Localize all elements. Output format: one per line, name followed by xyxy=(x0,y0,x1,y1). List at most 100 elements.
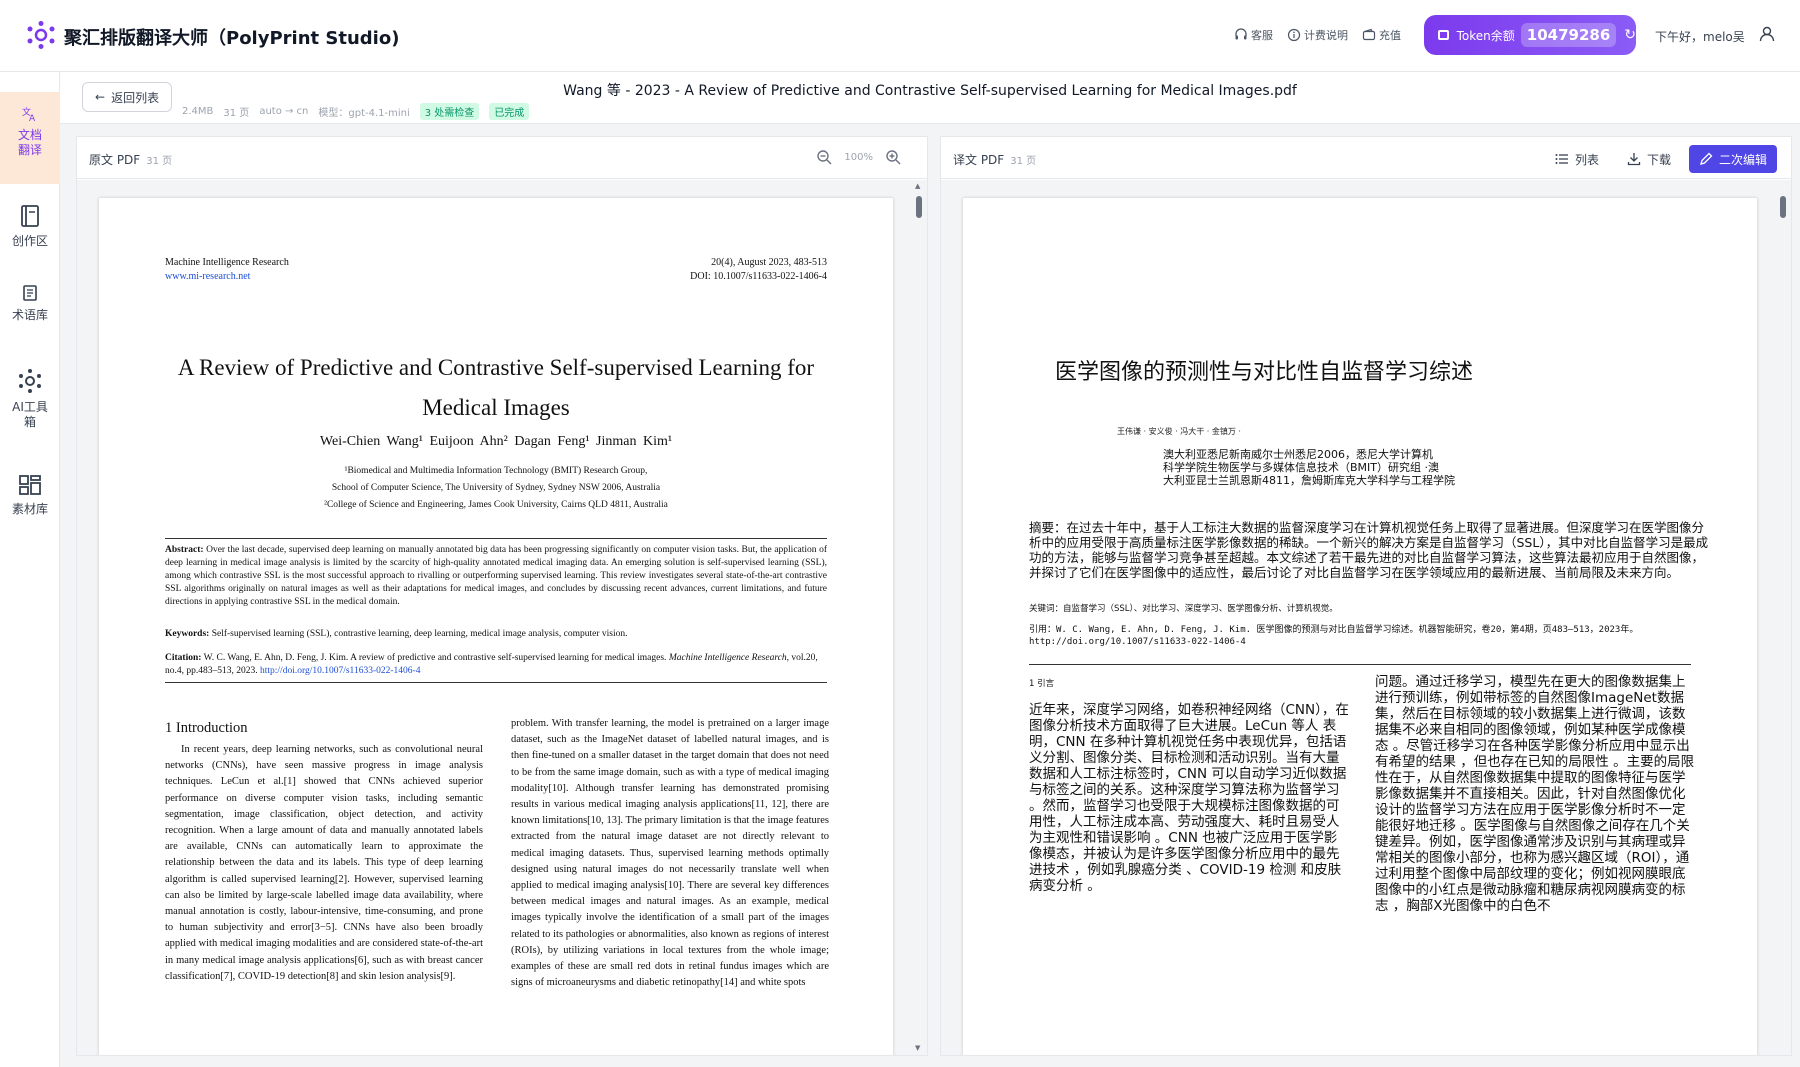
nav-label: 创作区 xyxy=(11,234,48,248)
panel-title-text: 原文 PDF xyxy=(89,153,141,167)
status-badge: 已完成 xyxy=(489,103,530,120)
divider xyxy=(1029,664,1691,665)
nav-glossary[interactable]: 术语库 xyxy=(0,284,60,323)
vertical-scrollbar[interactable]: ▲ ▼ xyxy=(915,182,923,1052)
section-heading: 1 引言 xyxy=(1029,679,1055,689)
panel-title-text: 译文 PDF xyxy=(953,153,1005,167)
scroll-thumb[interactable] xyxy=(1780,196,1786,218)
glossary-icon xyxy=(23,285,37,301)
pdf-page: 医学图像的预测性与对比性自监督学习综述 王伟谦 · 安义俊 · 冯大干 · 金镇… xyxy=(963,198,1757,1055)
translated-pdf-panel: 译文 PDF 31 页 列表 下载 二次编辑 医学图像的预测性与对比性自监督学习综… xyxy=(940,136,1792,1056)
download-icon xyxy=(1627,153,1641,166)
citation-url[interactable]: http://doi.org/10.1007/s11633-022-1406-4 xyxy=(260,666,420,676)
app-logo-icon xyxy=(27,21,55,49)
keywords: Keywords: Self-supervised learning (SSL)… xyxy=(165,628,827,641)
document-header: ← 返回列表 Wang 等 - 2023 - A Review of Predi… xyxy=(60,72,1800,124)
user-greeting: 下午好，melo吴 xyxy=(1655,30,1745,44)
nav-ai-tools[interactable]: AI工具箱 xyxy=(0,368,60,430)
paper-title: A Review of Predictive and Contrastive S… xyxy=(177,355,815,420)
re-edit-label: 二次编辑 xyxy=(1718,152,1767,167)
journal-header: Machine Intelligence Research www.mi-res… xyxy=(165,256,289,284)
nav-materials[interactable]: 素材库 xyxy=(0,474,60,517)
divider xyxy=(165,538,827,539)
re-edit-button[interactable]: 二次编辑 xyxy=(1688,145,1777,173)
back-label: 返回列表 xyxy=(111,90,160,105)
pdf-canvas[interactable]: Machine Intelligence Research www.mi-res… xyxy=(77,180,927,1055)
arrow-left-icon: ← xyxy=(95,90,106,104)
panel-page-count: 31 页 xyxy=(1010,156,1037,167)
nav-doc-translate[interactable]: 文A 文档翻译 xyxy=(0,92,60,184)
list-label: 列表 xyxy=(1574,152,1599,167)
nav-label: 素材库 xyxy=(11,502,48,516)
issue-info: 20(4), August 2023, 483-513 xyxy=(711,257,827,268)
keywords-label: Keywords: xyxy=(165,629,210,639)
issue-header: 20(4), August 2023, 483-513 DOI: 10.1007… xyxy=(690,256,827,284)
language-pair: auto → cn xyxy=(259,106,309,117)
token-icon xyxy=(1438,30,1449,40)
abstract-text: Over the last decade, supervised deep le… xyxy=(165,545,828,607)
recharge-link[interactable]: 充值 xyxy=(1362,27,1401,43)
journal-name: Machine Intelligence Research xyxy=(165,257,289,268)
recharge-label: 充值 xyxy=(1379,29,1401,42)
zoom-in-icon[interactable] xyxy=(885,149,901,165)
panel-title: 译文 PDF 31 页 xyxy=(953,151,1036,168)
panel-header: 译文 PDF 31 页 列表 下载 二次编辑 xyxy=(941,137,1791,179)
paper-authors: 王伟谦 · 安义俊 · 冯大干 · 金镇万 · xyxy=(1117,427,1241,436)
token-label: Token余额 xyxy=(1456,28,1515,43)
page-count: 31 页 xyxy=(223,108,250,119)
zoom-out-icon[interactable] xyxy=(816,149,832,165)
support-link[interactable]: 客服 xyxy=(1234,27,1273,43)
materials-icon xyxy=(19,475,41,495)
check-badge[interactable]: 3 处需检查 xyxy=(419,103,480,120)
refresh-icon[interactable]: ↻ xyxy=(1624,27,1636,43)
top-bar: 聚汇排版翻译大师（PolyPrint Studio) 客服 计费说明 充值 To… xyxy=(0,0,1800,72)
keywords: 关键词：自监督学习（SSL）、对比学习、深度学习、医学图像分析、计算机视觉。 xyxy=(1029,604,1338,614)
doi: DOI: 10.1007/s11633-022-1406-4 xyxy=(690,271,827,282)
affiliation-1: ¹Biomedical and Multimedia Information T… xyxy=(344,466,648,476)
ai-tools-icon xyxy=(19,369,41,393)
billing-link[interactable]: 计费说明 xyxy=(1287,27,1348,43)
paper-title: 医学图像的预测性与对比性自监督学习综述 xyxy=(1055,360,1474,385)
pencil-icon xyxy=(1700,152,1713,165)
notebook-icon xyxy=(21,205,39,227)
citation-label: Citation: xyxy=(165,653,202,663)
citation: 引用：W. C. Wang, E. Ahn, D. Feng, J. Kim. … xyxy=(1029,625,1639,647)
vertical-scrollbar[interactable] xyxy=(1779,186,1787,1046)
back-to-list-button[interactable]: ← 返回列表 xyxy=(82,82,173,112)
affiliations: 澳大利亚悉尼新南威尔士州悉尼2006，悉尼大学计算机 科学学院生物医学与多媒体信… xyxy=(1163,448,1455,487)
download-button[interactable]: 下载 xyxy=(1617,145,1681,173)
nav-label: AI工具箱 xyxy=(12,400,48,429)
headset-icon xyxy=(1235,28,1247,40)
svg-text:A: A xyxy=(29,114,36,122)
citation-journal: Machine Intelligence Research xyxy=(668,653,787,663)
body-column-left: In recent years, deep learning networks,… xyxy=(165,744,483,982)
pdf-page: Machine Intelligence Research www.mi-res… xyxy=(99,198,893,1055)
body-column-left: 近年来，深度学习网络，如卷积神经网络（CNN），在图像分析技术方面取得了巨大进展… xyxy=(1029,702,1349,894)
journal-url[interactable]: www.mi-research.net xyxy=(165,270,289,284)
pdf-canvas[interactable]: 医学图像的预测性与对比性自监督学习综述 王伟谦 · 安义俊 · 冯大干 · 金镇… xyxy=(941,180,1791,1055)
abstract: Abstract: Over the last decade, supervis… xyxy=(165,544,827,609)
document-filename: Wang 等 - 2023 - A Review of Predictive a… xyxy=(563,83,1297,99)
panel-page-count: 31 页 xyxy=(146,156,173,167)
scroll-down-icon[interactable]: ▼ xyxy=(915,1044,920,1052)
token-balance[interactable]: Token余额 10479286 ↻ xyxy=(1424,15,1636,55)
user-icon[interactable] xyxy=(1758,25,1776,43)
scroll-thumb[interactable] xyxy=(916,196,922,218)
keywords-text: Self-supervised learning (SSL), contrast… xyxy=(211,629,628,639)
affiliation-2: School of Computer Science, The Universi… xyxy=(331,483,661,493)
model-name: 模型：gpt-4.1-mini xyxy=(318,108,410,119)
original-pdf-panel: 原文 PDF 31 页 100% Machine Intelligence Res… xyxy=(76,136,928,1056)
divider xyxy=(165,682,827,683)
nav-label: 文档翻译 xyxy=(17,128,42,157)
left-nav: 文A 文档翻译 创作区 术语库 AI工具箱 素材库 xyxy=(0,72,60,1067)
abstract-label: Abstract: xyxy=(165,545,204,555)
affiliation-3: ²College of Science and Engineering, Jam… xyxy=(324,500,668,510)
wallet-icon xyxy=(1362,28,1376,41)
billing-label: 计费说明 xyxy=(1304,29,1348,42)
nav-creation[interactable]: 创作区 xyxy=(0,204,60,249)
citation: Citation: W. C. Wang, E. Ahn, D. Feng, J… xyxy=(165,652,827,678)
list-button[interactable]: 列表 xyxy=(1545,145,1609,173)
translate-icon: 文A xyxy=(22,106,36,122)
body-column-right: 问题。通过迁移学习，模型先在更大的图像数据集上进行预训练，例如带标签的自然图像I… xyxy=(1375,674,1695,914)
scroll-up-icon[interactable]: ▲ xyxy=(915,182,920,190)
